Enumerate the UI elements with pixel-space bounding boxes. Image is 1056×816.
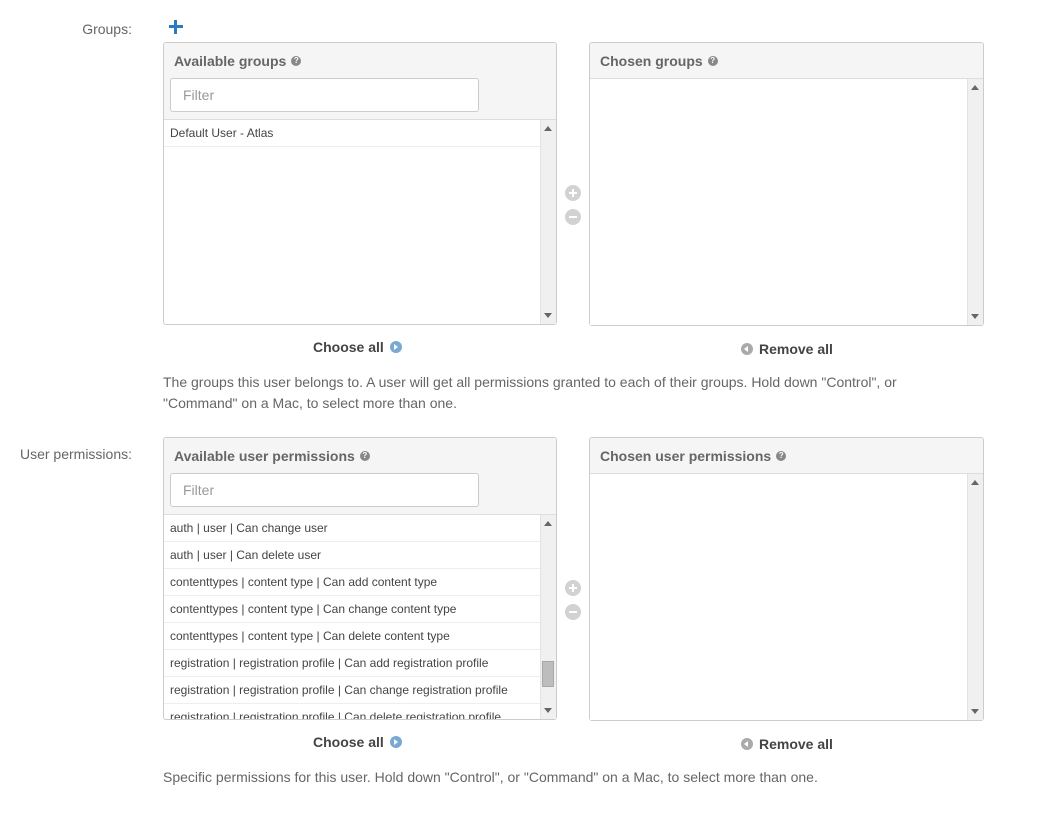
list-item[interactable]: auth | user | Can change user [164,515,540,542]
scroll-up-icon[interactable] [544,126,552,131]
list-item[interactable]: Default User - Atlas [164,120,540,147]
available-permissions-scrollbar[interactable] [540,515,556,719]
available-groups-selector: Available groups? Default User - Atlas [163,42,557,325]
help-icon[interactable]: ? [776,451,787,462]
chosen-permissions-list[interactable] [590,474,967,720]
list-item[interactable]: registration | registration profile | Ca… [164,650,540,677]
help-icon[interactable]: ? [291,56,302,67]
scroll-thumb[interactable] [542,661,554,687]
available-groups-scrollbar[interactable] [540,120,556,324]
scroll-up-icon[interactable] [544,521,552,526]
permissions-filter-input[interactable] [170,473,479,507]
available-groups-title: Available groups? [174,53,302,69]
groups-choose-all-button[interactable]: Choose all [313,339,402,355]
available-groups-list[interactable]: Default User - Atlas [164,120,540,324]
chosen-permissions-selector: Chosen user permissions? [589,437,984,721]
groups-remove-all-button[interactable]: Remove all [741,341,833,357]
chosen-groups-header: Chosen groups? [590,43,983,79]
arrow-right-circle-icon [389,736,402,749]
chosen-permissions-title: Chosen user permissions? [600,448,787,464]
chosen-groups-selector: Chosen groups? [589,42,984,326]
chosen-groups-scrollbar[interactable] [967,79,983,325]
chosen-groups-title: Chosen groups? [600,53,718,69]
available-groups-header: Available groups? [164,43,556,120]
scroll-up-icon[interactable] [971,85,979,90]
move-left-remove-icon[interactable] [565,604,581,620]
chosen-groups-list[interactable] [590,79,967,325]
available-permissions-list[interactable]: auth | user | Can change user auth | use… [164,515,540,719]
scroll-down-icon[interactable] [971,709,979,714]
available-permissions-title: Available user permissions? [174,448,370,464]
permissions-help-text: Specific permissions for this user. Hold… [163,769,818,785]
help-icon[interactable]: ? [359,451,370,462]
move-right-add-icon[interactable] [565,185,581,201]
list-item[interactable]: contenttypes | content type | Can add co… [164,569,540,596]
scroll-down-icon[interactable] [544,708,552,713]
chosen-permissions-scrollbar[interactable] [967,474,983,720]
groups-filter-input[interactable] [170,78,479,112]
list-item[interactable]: registration | registration profile | Ca… [164,704,540,719]
list-item[interactable]: registration | registration profile | Ca… [164,677,540,704]
help-icon[interactable]: ? [707,56,718,67]
list-item[interactable]: contenttypes | content type | Can delete… [164,623,540,650]
list-item[interactable]: contenttypes | content type | Can change… [164,596,540,623]
arrow-right-circle-icon [389,341,402,354]
move-right-add-icon[interactable] [565,580,581,596]
add-group-plus-icon[interactable] [168,19,184,35]
groups-label: Groups: [82,21,132,37]
available-permissions-selector: Available user permissions? auth | user … [163,437,557,720]
list-item[interactable]: auth | user | Can delete user [164,542,540,569]
groups-help-text: The groups this user belongs to. A user … [163,374,897,411]
move-left-remove-icon[interactable] [565,209,581,225]
scroll-up-icon[interactable] [971,480,979,485]
scroll-down-icon[interactable] [971,314,979,319]
arrow-left-circle-icon [741,738,753,751]
scroll-down-icon[interactable] [544,313,552,318]
available-permissions-header: Available user permissions? [164,438,556,515]
user-permissions-label: User permissions: [19,446,132,462]
chosen-permissions-header: Chosen user permissions? [590,438,983,474]
arrow-left-circle-icon [741,343,753,356]
permissions-remove-all-button[interactable]: Remove all [741,736,833,752]
permissions-choose-all-button[interactable]: Choose all [313,734,402,750]
